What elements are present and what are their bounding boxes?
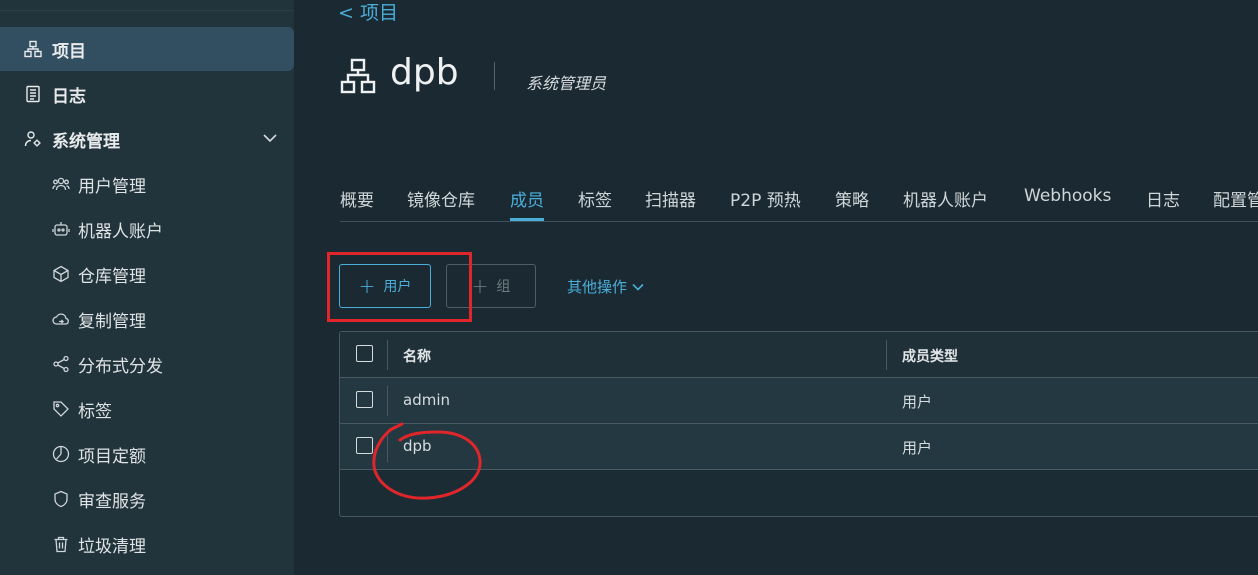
member-type: 用户 <box>902 393 933 411</box>
tab-logs[interactable]: 日志 <box>1146 186 1180 220</box>
tab-summary[interactable]: 概要 <box>340 186 374 220</box>
tab-robot-accounts[interactable]: 机器人账户 <box>903 186 988 220</box>
tab-bar: 概要 镜像仓库 成员 标签 扫描器 P2P 预热 策略 机器人账户 Webhoo… <box>340 186 1258 222</box>
sidebar-item-label: 垃圾清理 <box>78 536 146 557</box>
table-row[interactable]: admin 用户 <box>340 378 1258 424</box>
sidebar-item-label: 机器人账户 <box>78 221 163 242</box>
member-type: 用户 <box>902 439 933 457</box>
sidebar-item-label: 项目定额 <box>78 446 146 467</box>
row-checkbox[interactable] <box>356 391 373 408</box>
sidebar-item-label: 分布式分发 <box>78 356 163 377</box>
sidebar-item-replication[interactable]: 复制管理 <box>0 297 294 341</box>
sidebar-item-audit[interactable]: 审查服务 <box>0 477 294 521</box>
sidebar-item-label: 项目 <box>52 41 86 62</box>
tab-p2p-preheat[interactable]: P2P 预热 <box>730 186 801 220</box>
robot-icon <box>52 220 70 238</box>
chevron-down-icon[interactable] <box>262 130 278 146</box>
table-header-row: 名称 成员类型 <box>340 332 1258 378</box>
column-header-name[interactable]: 名称 <box>403 346 431 366</box>
shield-icon <box>52 490 70 508</box>
project-icon <box>340 58 376 94</box>
share-icon <box>52 355 70 373</box>
sidebar-item-robots[interactable]: 机器人账户 <box>0 207 294 251</box>
tab-policy[interactable]: 策略 <box>835 186 869 220</box>
trash-icon <box>52 535 70 553</box>
chevron-down-icon <box>632 283 644 291</box>
column-divider <box>387 340 388 370</box>
log-icon <box>24 85 42 103</box>
sidebar-item-label: 日志 <box>52 86 86 107</box>
tag-icon <box>52 400 70 418</box>
sidebar: 项目 日志 系统管理 用户管理 机器人账户 仓库管理 复制管理 分布式分发 标签 <box>0 0 294 575</box>
select-all-checkbox[interactable] <box>356 345 373 362</box>
tab-labels[interactable]: 标签 <box>578 186 612 220</box>
column-divider <box>886 340 887 370</box>
sidebar-item-label: 标签 <box>78 401 112 422</box>
sidebar-item-gc[interactable]: 垃圾清理 <box>0 522 294 566</box>
users-icon <box>52 175 70 193</box>
sidebar-item-users[interactable]: 用户管理 <box>0 162 294 206</box>
button-label: 组 <box>496 279 511 295</box>
quota-icon <box>52 445 70 463</box>
sidebar-item-projects[interactable]: 项目 <box>0 27 294 71</box>
dropdown-label: 其他操作 <box>567 278 628 296</box>
sidebar-item-admin[interactable]: 系统管理 <box>0 117 294 161</box>
tab-webhooks[interactable]: Webhooks <box>1024 186 1111 220</box>
cloud-sync-icon <box>52 310 70 328</box>
annotation-circle <box>372 422 482 500</box>
tab-repositories[interactable]: 镜像仓库 <box>407 186 475 220</box>
sidebar-item-label: 用户管理 <box>78 176 146 197</box>
project-name: dpb <box>390 52 459 93</box>
tab-members[interactable]: 成员 <box>510 186 544 221</box>
column-divider <box>387 386 388 416</box>
sidebar-item-labels[interactable]: 标签 <box>0 387 294 431</box>
tab-configuration[interactable]: 配置管 <box>1213 186 1258 220</box>
divider <box>0 10 294 11</box>
project-icon <box>24 40 42 58</box>
registry-icon <box>52 265 70 283</box>
sidebar-item-label: 审查服务 <box>78 491 146 512</box>
sidebar-item-quotas[interactable]: 项目定额 <box>0 432 294 476</box>
plus-icon: + <box>471 274 489 298</box>
annotation-rectangle <box>327 252 472 322</box>
sidebar-item-distribution[interactable]: 分布式分发 <box>0 342 294 386</box>
column-header-type[interactable]: 成员类型 <box>902 346 958 366</box>
sidebar-item-registries[interactable]: 仓库管理 <box>0 252 294 296</box>
more-actions-dropdown[interactable]: 其他操作 <box>567 276 645 297</box>
divider <box>494 62 495 90</box>
sidebar-item-label: 复制管理 <box>78 311 146 332</box>
member-name: admin <box>403 391 450 409</box>
tab-scanner[interactable]: 扫描器 <box>645 186 696 220</box>
project-role: 系统管理员 <box>526 74 607 93</box>
admin-icon <box>24 130 42 148</box>
sidebar-item-logs[interactable]: 日志 <box>0 72 294 116</box>
breadcrumb-back-link[interactable]: < 项目 <box>338 0 398 25</box>
sidebar-item-label: 系统管理 <box>52 131 120 152</box>
sidebar-item-label: 仓库管理 <box>78 266 146 287</box>
